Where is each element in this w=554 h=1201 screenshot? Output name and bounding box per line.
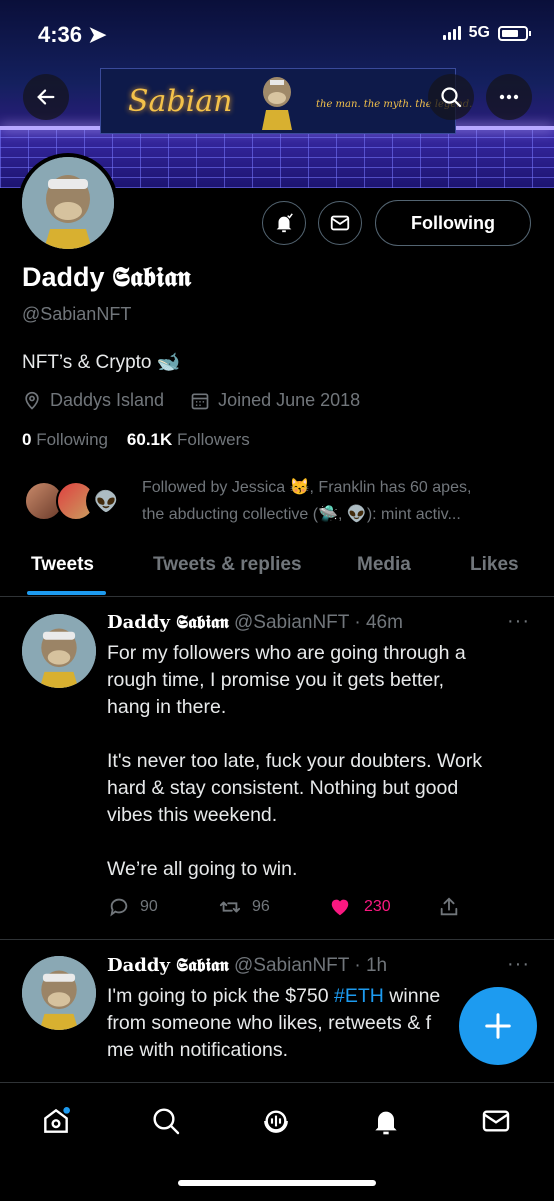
mail-icon bbox=[330, 215, 350, 231]
status-indicators: 5G bbox=[442, 24, 531, 42]
network-label: 5G bbox=[468, 24, 490, 41]
plus-icon bbox=[485, 1013, 511, 1039]
bell-icon bbox=[375, 1111, 397, 1135]
nav-messages[interactable] bbox=[478, 1103, 514, 1139]
compose-tweet-button[interactable] bbox=[459, 987, 537, 1065]
home-icon bbox=[44, 1107, 70, 1133]
nav-search[interactable] bbox=[148, 1103, 184, 1139]
ape-avatar-image bbox=[22, 614, 96, 688]
tweet-time: 46m bbox=[365, 612, 403, 633]
nav-notifications[interactable] bbox=[368, 1103, 404, 1139]
home-indicator bbox=[178, 1180, 376, 1186]
profile-meta: Daddys Island Joined June 2018 bbox=[22, 390, 360, 411]
status-time: 4:36 ➤ bbox=[38, 22, 107, 47]
ape-avatar-image bbox=[22, 157, 114, 249]
profile-counts: 0 Following 60.1K Followers bbox=[22, 430, 250, 450]
tweet-divider bbox=[0, 939, 554, 940]
share-button[interactable] bbox=[438, 896, 460, 918]
nav-spaces[interactable] bbox=[258, 1103, 294, 1139]
tweet-author-avatar[interactable] bbox=[22, 614, 96, 688]
location-arrow-icon: ➤ bbox=[88, 22, 107, 47]
tweet-header: Daddy 𝕾𝖆𝖇𝖎𝖆𝖓 @SabianNFT · 1h bbox=[107, 955, 388, 976]
bell-icon bbox=[276, 213, 293, 233]
calendar-icon bbox=[191, 393, 209, 409]
share-icon bbox=[440, 897, 458, 916]
profile-avatar[interactable] bbox=[18, 153, 118, 253]
alien-icon[interactable]: 👽 bbox=[86, 481, 126, 521]
profile-location: Daddys Island bbox=[50, 390, 165, 410]
search-button[interactable] bbox=[428, 74, 474, 120]
more-icon bbox=[499, 94, 519, 100]
followers-count-link[interactable]: 60.1K Followers bbox=[127, 430, 250, 449]
retweet-button[interactable]: 96 bbox=[218, 896, 328, 918]
following-count-link[interactable]: 0 Following bbox=[22, 430, 108, 449]
back-button[interactable] bbox=[23, 74, 69, 120]
profile-bio: NFT’s & Crypto 🐋 bbox=[22, 352, 181, 373]
arrow-left-icon bbox=[37, 89, 55, 105]
tab-tweets-and-replies[interactable]: Tweets & replies bbox=[153, 554, 302, 576]
ape-avatar-image bbox=[22, 956, 96, 1030]
tweet-more-icon[interactable]: ··· bbox=[507, 953, 530, 976]
profile-display-name: Daddy 𝕾𝖆𝖇𝖎𝖆𝖓 bbox=[22, 262, 191, 293]
tab-tweets[interactable]: Tweets bbox=[31, 554, 94, 576]
location-pin-icon bbox=[25, 391, 39, 410]
mail-icon bbox=[482, 1110, 510, 1132]
heart-filled-icon bbox=[331, 899, 349, 916]
message-button[interactable] bbox=[318, 201, 362, 245]
tweet-author-name[interactable]: Daddy 𝕾𝖆𝖇𝖎𝖆𝖓 bbox=[107, 612, 229, 633]
tweet-more-icon[interactable]: ··· bbox=[507, 610, 530, 633]
battery-icon bbox=[498, 25, 531, 41]
followed-by-text[interactable]: Followed by Jessica 😽, Franklin has 60 a… bbox=[142, 474, 532, 528]
profile-tabs: Tweets Tweets & replies Media Likes bbox=[0, 546, 554, 597]
search-icon bbox=[441, 87, 462, 108]
tweet-author-handle: @SabianNFT bbox=[234, 955, 350, 976]
tab-media[interactable]: Media bbox=[357, 554, 411, 576]
spaces-icon bbox=[264, 1110, 288, 1133]
tweet-header: Daddy 𝕾𝖆𝖇𝖎𝖆𝖓 @SabianNFT · 46m bbox=[107, 612, 403, 633]
following-button[interactable]: Following bbox=[375, 200, 531, 246]
banner-sign-name: Sabian bbox=[128, 84, 233, 119]
tweet-author-name[interactable]: Daddy 𝕾𝖆𝖇𝖎𝖆𝖓 bbox=[107, 955, 229, 976]
search-icon bbox=[153, 1108, 180, 1135]
profile-handle: @SabianNFT bbox=[22, 304, 132, 324]
retweet-icon bbox=[219, 901, 241, 913]
more-options-button[interactable] bbox=[486, 74, 532, 120]
hashtag-link[interactable]: #ETH bbox=[334, 985, 384, 1007]
notifications-toggle-button[interactable] bbox=[262, 201, 306, 245]
tweet-body: For my followers who are going through a… bbox=[107, 642, 483, 880]
tweet-author-avatar[interactable] bbox=[22, 956, 96, 1030]
tweet-author-handle: @SabianNFT bbox=[234, 612, 350, 633]
active-tab-indicator bbox=[27, 591, 106, 595]
profile-joined: Joined June 2018 bbox=[218, 390, 361, 410]
banner-ape-image bbox=[262, 77, 292, 130]
nav-home[interactable] bbox=[38, 1103, 74, 1139]
like-button[interactable]: 230 bbox=[328, 896, 438, 918]
reply-icon bbox=[110, 898, 128, 917]
signal-icon bbox=[442, 26, 461, 40]
tab-likes[interactable]: Likes bbox=[470, 554, 519, 576]
tweet-actions: 90 96 230 bbox=[108, 896, 460, 918]
reply-button[interactable]: 90 bbox=[108, 896, 218, 918]
tweet-time: 1h bbox=[365, 955, 388, 976]
